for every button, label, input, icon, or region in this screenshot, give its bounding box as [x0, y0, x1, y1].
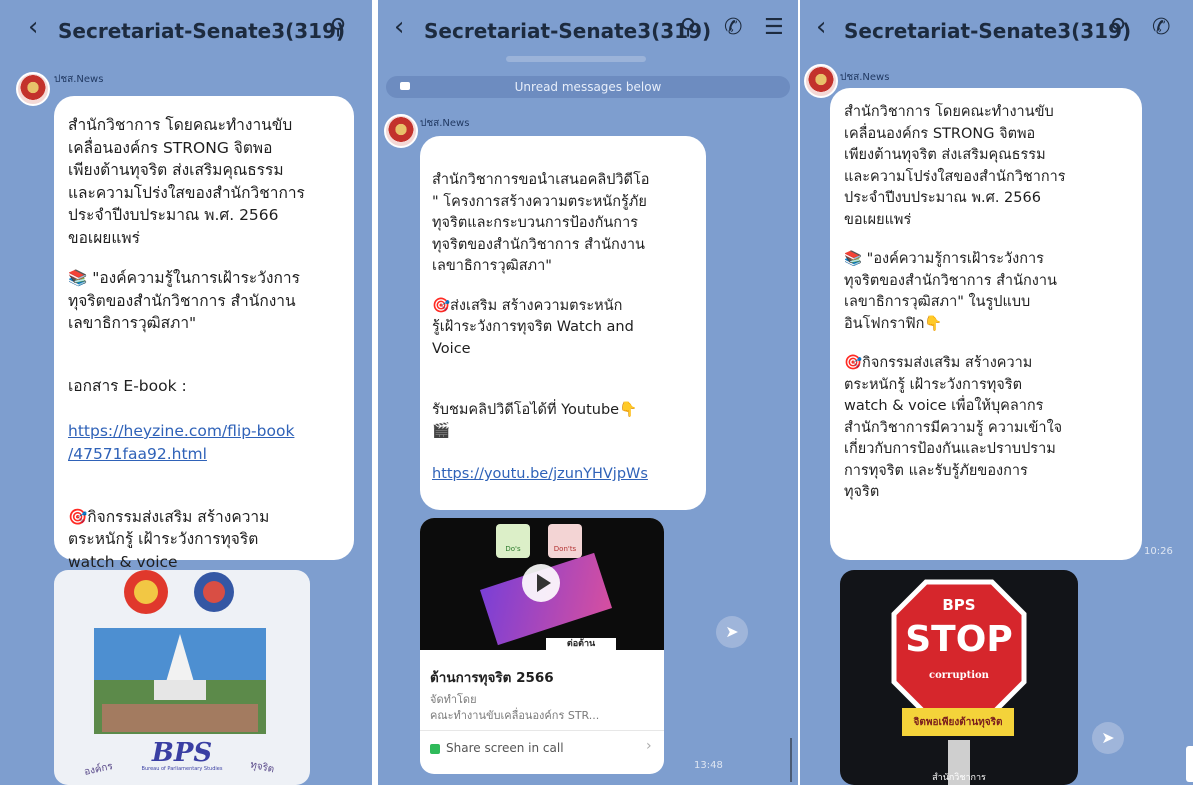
search-icon[interactable]: ⚲	[1110, 17, 1126, 39]
chevron-left-icon[interactable]: ‹	[816, 14, 826, 40]
chat-screen-3: ‹ Secretariat-Senate3(319) ⚲ ✆ ปชส.News …	[800, 0, 1193, 785]
poster-image[interactable]: BPS Bureau of Parliamentary Studies องค์…	[54, 570, 310, 785]
share-icon[interactable]: ➤	[716, 616, 748, 648]
sender-avatar[interactable]	[384, 114, 418, 148]
unread-label: Unread messages below	[514, 80, 662, 94]
poster-banner: จิตพอเพียงต้านทุจริต	[913, 717, 1003, 728]
unread-divider: Unread messages below	[386, 76, 790, 98]
tag-icon	[400, 82, 410, 90]
message-text: สำนักวิชาการ โดยคณะทำงานขับ เคลื่อนองค์ก…	[68, 116, 305, 247]
youtube-block: รับชมคลิปวิดีโอได้ที่ Youtube👇 🎬 https:/…	[432, 378, 696, 507]
phone-icon[interactable]: ✆	[1152, 17, 1170, 39]
poster-footer: สำนักวิชาการ	[932, 773, 986, 783]
message-bubble: สำนักวิชาการ โดยคณะทำงานขับ เคลื่อนองค์ก…	[54, 96, 354, 571]
message-text: สำนักวิชาการขอนำเสนอคลิปวิดีโอ " โครงการ…	[432, 172, 650, 274]
search-icon[interactable]: ⚲	[330, 17, 346, 39]
divider	[420, 730, 664, 731]
chat-header: ‹ Secretariat-Senate3(319) ⚲ ✆	[800, 0, 1193, 60]
chat-title: Secretariat-Senate3(319)	[844, 19, 1132, 43]
chat-header: ‹ Secretariat-Senate3(319) ⚲ ✆ ☰	[378, 0, 798, 60]
youtube-link[interactable]: https://youtu.be/jzunYHVjpWs	[432, 464, 696, 486]
message-bubble: สำนักวิชาการ โดยคณะทำงานขับ เคลื่อนองค์ก…	[830, 88, 1142, 560]
scroll-indicator	[506, 56, 646, 62]
sender-name: ปชส.News	[420, 118, 470, 129]
video-thumbnail[interactable]: Do's Don'ts ต่อต้าน	[420, 518, 664, 650]
side-tab[interactable]	[1186, 746, 1193, 782]
chat-screen-1: ‹ Secretariat-Senate3(319) ⚲ ปชส.News สำ…	[0, 0, 372, 785]
chevron-left-icon[interactable]: ‹	[394, 14, 404, 40]
video-card[interactable]: Do's Don'ts ต่อต้าน ต้านการทุจริต 2566 จ…	[420, 518, 664, 774]
message-text: 🎯ส่งเสริม สร้างความตระหนัก รู้เฝ้าระวังก…	[432, 297, 634, 357]
sender-name: ปชส.News	[54, 74, 104, 85]
sender-name: ปชส.News	[840, 72, 890, 83]
video-title: ต้านการทุจริต 2566	[430, 670, 554, 686]
chat-title: Secretariat-Senate3(319)	[58, 19, 346, 43]
chat-header: ‹ Secretariat-Senate3(319) ⚲	[0, 0, 372, 60]
stop-text: STOP	[905, 619, 1013, 660]
message-time: 10:26	[1144, 546, 1173, 557]
scrollbar[interactable]	[790, 738, 792, 782]
play-icon	[537, 574, 551, 592]
menu-icon[interactable]: ☰	[764, 17, 784, 39]
chat-screen-2: ‹ Secretariat-Senate3(319) ⚲ ✆ ☰ Unread …	[378, 0, 798, 785]
play-button[interactable]	[522, 564, 560, 602]
message-bubble: สำนักวิชาการขอนำเสนอคลิปวิดีโอ " โครงการ…	[420, 136, 706, 510]
video-sub2: คณะทำงานขับเคลื่อนองค์กร STR...	[430, 709, 600, 722]
dos-card: Do's	[496, 524, 530, 558]
message-text: 🎯กิจกรรมส่งเสริม สร้างความ ตระหนักรู้ เฝ…	[68, 507, 270, 571]
donts-card: Don'ts	[548, 524, 582, 558]
ebook-link[interactable]: https://heyzine.com/flip-book /47571faa9…	[68, 420, 342, 465]
thumbnail-text: ต่อต้าน	[546, 638, 616, 650]
stop-bps-text: BPS	[942, 596, 976, 614]
message-text: รับชมคลิปวิดีโอได้ที่ Youtube👇 🎬	[432, 401, 638, 440]
ebook-block: เอกสาร E-book : https://heyzine.com/flip…	[68, 353, 342, 488]
sender-avatar[interactable]	[16, 72, 50, 106]
phone-icon[interactable]: ✆	[724, 17, 742, 39]
ebook-label: เอกสาร E-book :	[68, 377, 187, 395]
share-icon[interactable]: ➤	[1092, 722, 1124, 754]
message-time: 13:48	[694, 760, 723, 771]
corruption-text: corruption	[929, 670, 989, 681]
message-text: 📚 "องค์ความรู้การเฝ้าระวังการ ทุจริตของส…	[844, 251, 1057, 332]
search-icon[interactable]: ⚲	[680, 17, 696, 39]
chat-title: Secretariat-Senate3(319)	[424, 19, 712, 43]
sender-avatar[interactable]	[804, 64, 838, 98]
poster-image[interactable]: BPS STOP corruption จิตพอเพียงต้านทุจริต…	[840, 570, 1078, 785]
share-screen-icon	[430, 744, 440, 754]
chevron-right-icon[interactable]: ›	[646, 738, 652, 754]
message-text: 📚 "องค์ความรู้ในการเฝ้าระวังการ ทุจริตขอ…	[68, 269, 300, 332]
chevron-left-icon[interactable]: ‹	[28, 14, 38, 40]
share-screen-label[interactable]: Share screen in call	[446, 741, 564, 755]
message-text: 🎯กิจกรรมส่งเสริม สร้างความ ตระหนักรู้ เฝ…	[844, 355, 1063, 500]
message-text: สำนักวิชาการ โดยคณะทำงานขับ เคลื่อนองค์ก…	[844, 104, 1066, 228]
